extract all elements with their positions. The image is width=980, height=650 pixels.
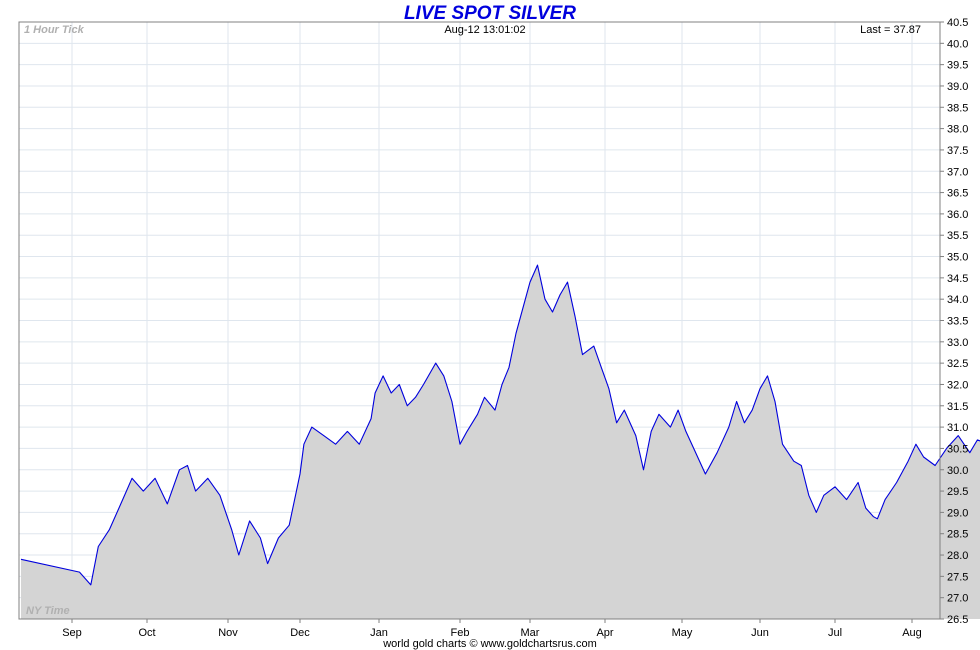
y-tick-label: 28.5 — [947, 529, 968, 541]
x-tick-label: Nov — [218, 627, 238, 639]
timestamp-label: Aug-12 13:01:02 — [444, 24, 525, 36]
silver-price-chart: LIVE SPOT SILVER 1 Hour Tick Aug-12 13:0… — [18, 3, 980, 650]
last-price-label: Last = 37.87 — [860, 24, 921, 36]
y-tick-label: 38.0 — [947, 124, 968, 136]
y-tick-label: 30.0 — [947, 465, 968, 477]
x-tick-label: Dec — [290, 627, 310, 639]
y-tick-label: 39.5 — [947, 60, 968, 72]
x-tick-label: Sep — [62, 627, 82, 639]
y-tick-label: 27.0 — [947, 593, 968, 605]
x-axis: Sep Oct Nov Dec Jan Feb Mar Apr May Jun Jul Aug — [62, 619, 922, 639]
y-tick-label: 39.0 — [947, 81, 968, 93]
x-tick-label: Apr — [596, 627, 613, 639]
y-tick-label: 36.5 — [947, 188, 968, 200]
y-tick-label: 33.0 — [947, 337, 968, 349]
y-tick-label: 37.5 — [947, 145, 968, 157]
y-tick-label: 32.0 — [947, 379, 968, 391]
x-tick-label: May — [672, 627, 693, 639]
y-tick-label: 36.0 — [947, 209, 968, 221]
footer-credit: world gold charts © www.goldchartsrus.co… — [382, 638, 597, 650]
x-tick-label: Oct — [138, 627, 155, 639]
y-tick-label: 38.5 — [947, 102, 968, 114]
y-tick-label: 32.5 — [947, 358, 968, 370]
timezone-label: NY Time — [26, 605, 70, 617]
x-tick-label: Aug — [902, 627, 922, 639]
x-tick-label: Jun — [751, 627, 769, 639]
y-tick-label: 37.0 — [947, 166, 968, 178]
y-tick-label: 28.0 — [947, 550, 968, 562]
y-tick-label: 29.5 — [947, 486, 968, 498]
y-tick-label: 26.5 — [947, 614, 968, 626]
y-tick-label: 35.0 — [947, 252, 968, 264]
chart-title: LIVE SPOT SILVER — [404, 3, 576, 24]
y-tick-label: 27.5 — [947, 571, 968, 583]
y-tick-label: 31.0 — [947, 422, 968, 434]
y-tick-label: 33.5 — [947, 316, 968, 328]
y-tick-label: 31.5 — [947, 401, 968, 413]
y-tick-label: 35.5 — [947, 230, 968, 242]
y-tick-label: 40.0 — [947, 38, 968, 50]
y-tick-label: 30.5 — [947, 443, 968, 455]
y-tick-label: 34.5 — [947, 273, 968, 285]
interval-label: 1 Hour Tick — [24, 24, 85, 36]
y-tick-label: 40.5 — [947, 17, 968, 29]
y-tick-label: 29.0 — [947, 507, 968, 519]
x-tick-label: Jul — [828, 627, 842, 639]
y-tick-label: 34.0 — [947, 294, 968, 306]
